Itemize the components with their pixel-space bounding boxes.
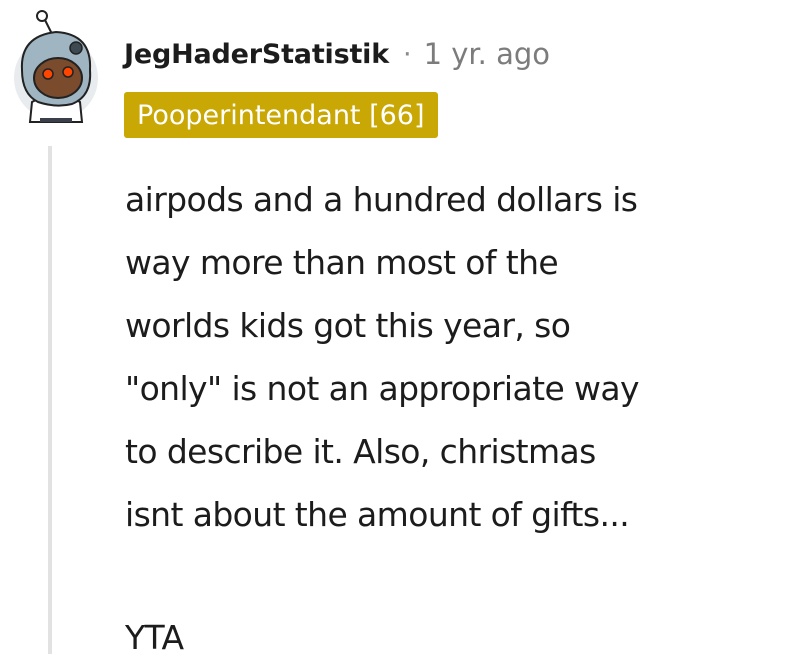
- comment-timestamp[interactable]: 1 yr. ago: [424, 37, 550, 71]
- user-avatar[interactable]: [10, 8, 98, 124]
- meta-separator: ·: [402, 38, 412, 70]
- body-line: way more than most of the: [125, 243, 559, 282]
- body-line: isnt about the amount of gifts...: [125, 495, 630, 534]
- body-line: to describe it. Also, christmas: [125, 432, 596, 471]
- body-line: worlds kids got this year, so: [125, 306, 571, 345]
- body-line: airpods and a hundred dollars is: [125, 180, 638, 219]
- snoo-avatar-icon: [14, 10, 98, 123]
- verdict-text: YTA: [125, 618, 184, 654]
- comment-body: airpods and a hundred dollars is way mor…: [125, 168, 775, 654]
- body-line: "only" is not an appropriate way: [125, 369, 640, 408]
- username-link[interactable]: JegHaderStatistik: [124, 39, 389, 70]
- comment-meta: JegHaderStatistik · 1 yr. ago: [124, 34, 550, 74]
- comment: JegHaderStatistik · 1 yr. ago Pooperinte…: [0, 0, 794, 654]
- thread-line[interactable]: [48, 146, 52, 654]
- user-flair: Pooperintendant [66]: [124, 92, 438, 138]
